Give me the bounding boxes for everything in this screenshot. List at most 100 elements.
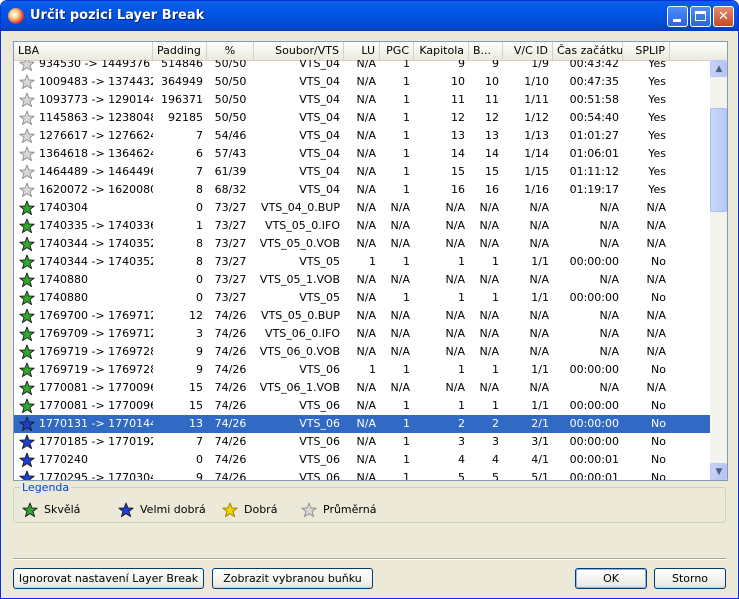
cell-padding: 9 bbox=[196, 471, 203, 480]
cell-pgc: N/A bbox=[390, 345, 410, 358]
cell-lu: N/A bbox=[356, 165, 376, 178]
table-row[interactable]: 1769700 -> 1769712 12 74/26 VTS_05_0.BUP N/A… bbox=[14, 307, 710, 325]
column-header-splip[interactable]: SPLIP bbox=[623, 42, 670, 60]
table-row[interactable]: 1276617 -> 1276624 7 54/46 VTS_04 N/A 1 13 13 1/… bbox=[14, 127, 710, 145]
cell-splip: No bbox=[651, 255, 666, 268]
table-row[interactable]: 1620072 -> 1620080 8 68/32 VTS_04 N/A 1 16 16 1/… bbox=[14, 181, 710, 199]
cell-vc-id: N/A bbox=[529, 309, 549, 322]
maximize-button[interactable] bbox=[690, 6, 711, 27]
cancel-button[interactable]: Storno bbox=[654, 568, 726, 589]
cell-percent: 61/39 bbox=[214, 165, 247, 178]
cell-vc-id: N/A bbox=[529, 345, 549, 358]
minimize-button[interactable] bbox=[667, 6, 688, 27]
vertical-scrollbar[interactable]: ▲ ▼ bbox=[710, 60, 727, 480]
table-row[interactable]: 1770131 -> 1770144 13 74/26 VTS_06 N/A 1 2 2 2/1… bbox=[14, 415, 710, 433]
table-row[interactable]: 1740344 -> 1740352 8 73/27 VTS_05 1 1 1 1 1/1 00:… bbox=[14, 253, 710, 271]
table-row[interactable]: 1145863 -> 1238048 92185 50/50 VTS_04 N/A 1 12… bbox=[14, 109, 710, 127]
cell-vc-id: 1/14 bbox=[524, 147, 549, 160]
column-header-pgc[interactable]: PGC bbox=[380, 42, 414, 60]
cell-b: 2 bbox=[492, 417, 499, 430]
table-row[interactable]: 1364618 -> 1364624 6 57/43 VTS_04 N/A 1 14 14 1/… bbox=[14, 145, 710, 163]
cell-start-time: N/A bbox=[599, 309, 619, 322]
cell-pgc: 1 bbox=[403, 183, 410, 196]
table-row[interactable]: 1009483 -> 1374432 364949 50/50 VTS_04 N/A 1 1… bbox=[14, 73, 710, 91]
table-row[interactable]: 1740335 -> 1740336 1 73/27 VTS_05_0.IFO N/A N… bbox=[14, 217, 710, 235]
table-row[interactable]: 1770240 0 74/26 VTS_06 N/A 1 4 4 4/1 00:00:01 No bbox=[14, 451, 710, 469]
table-row[interactable]: 1093773 -> 1290144 196371 50/50 VTS_04 N/A 1 1… bbox=[14, 91, 710, 109]
cell-vc-id: 1/16 bbox=[524, 183, 549, 196]
cell-pgc: N/A bbox=[390, 309, 410, 322]
cell-b: N/A bbox=[479, 381, 499, 394]
cell-start-time: 01:01:27 bbox=[569, 129, 619, 142]
cell-splip: No bbox=[651, 399, 666, 412]
table-row[interactable]: 1770081 -> 1770096 15 74/26 VTS_06 N/A 1 1 1 1/1… bbox=[14, 397, 710, 415]
cell-file: VTS_06 bbox=[299, 435, 340, 448]
column-header-padding[interactable]: Padding bbox=[153, 42, 207, 60]
ignore-layer-break-button[interactable]: Ignorovat nastavení Layer Break bbox=[13, 568, 204, 589]
column-header-vc-id[interactable]: V/C ID bbox=[503, 42, 553, 60]
cell-lu: N/A bbox=[356, 381, 376, 394]
cell-lba: 1769700 -> 1769712 bbox=[39, 309, 153, 322]
ok-button[interactable]: OK bbox=[575, 568, 647, 589]
table-row[interactable]: 1740880 0 73/27 VTS_05 N/A 1 1 1 1/1 00:00:00 No bbox=[14, 289, 710, 307]
column-header-lu[interactable]: LU bbox=[344, 42, 380, 60]
cell-percent: 74/26 bbox=[214, 363, 247, 376]
cell-file: VTS_06_1.VOB bbox=[259, 381, 340, 394]
table-row[interactable]: 1740880 0 73/27 VTS_05_1.VOB N/A N/A N/A N/A N/A… bbox=[14, 271, 710, 289]
table-row[interactable]: 1740304 0 73/27 VTS_04_0.BUP N/A N/A N/A N/A N/A… bbox=[14, 199, 710, 217]
column-header-file[interactable]: Soubor/VTS bbox=[254, 42, 344, 60]
column-header-b[interactable]: B... bbox=[469, 42, 503, 60]
cell-b: 12 bbox=[485, 111, 499, 124]
cell-percent: 74/26 bbox=[214, 417, 247, 430]
star-gray-icon bbox=[19, 110, 35, 126]
column-header-percent[interactable]: % bbox=[207, 42, 254, 60]
scroll-down-button[interactable]: ▼ bbox=[710, 463, 727, 480]
cell-lba: 1770131 -> 1770144 bbox=[39, 417, 153, 430]
separator bbox=[13, 558, 726, 560]
cell-padding: 3 bbox=[196, 327, 203, 340]
cell-vc-id: N/A bbox=[529, 237, 549, 250]
close-button[interactable]: ✕ bbox=[713, 6, 734, 27]
cell-chapter: N/A bbox=[445, 381, 465, 394]
cell-lu: 1 bbox=[369, 255, 376, 268]
cell-file: VTS_04 bbox=[299, 93, 340, 106]
cell-padding: 514846 bbox=[161, 60, 203, 70]
table-row[interactable]: 1770295 -> 1770304 9 74/26 VTS_06 N/A 1 5 5 5/1 0… bbox=[14, 469, 710, 480]
table-row[interactable]: 1769709 -> 1769712 3 74/26 VTS_06_0.IFO N/A N… bbox=[14, 325, 710, 343]
cell-file: VTS_04_0.BUP bbox=[261, 201, 340, 214]
cell-pgc: 1 bbox=[403, 417, 410, 430]
cell-lba: 1740304 bbox=[39, 201, 88, 214]
table-row[interactable]: 1769719 -> 1769728 9 74/26 VTS_06 1 1 1 1 1/1 00:… bbox=[14, 361, 710, 379]
cell-start-time: 00:00:00 bbox=[569, 291, 619, 304]
table-header: LBA Padding % Soubor/VTS LU PGC Kapitola… bbox=[14, 42, 727, 61]
cell-padding: 12 bbox=[189, 309, 203, 322]
table-row[interactable]: 1464489 -> 1464496 7 61/39 VTS_04 N/A 1 15 15 1/… bbox=[14, 163, 710, 181]
window-title: Určit pozici Layer Break bbox=[30, 8, 205, 23]
cell-lba: 1740344 -> 1740352 bbox=[39, 237, 153, 250]
title-bar[interactable]: Určit pozici Layer Break ✕ bbox=[1, 1, 738, 31]
table-row[interactable]: 1769719 -> 1769728 9 74/26 VTS_06_0.VOB N/A N… bbox=[14, 343, 710, 361]
show-selected-cell-button[interactable]: Zobrazit vybranou buňku bbox=[212, 568, 373, 589]
cell-splip: Yes bbox=[648, 147, 666, 160]
cell-padding: 13 bbox=[189, 417, 203, 430]
table-row[interactable]: 934530 -> 1449376 514846 50/50 VTS_04 N/A 1 9 9… bbox=[14, 60, 710, 73]
cell-splip: Yes bbox=[648, 165, 666, 178]
cell-chapter: 11 bbox=[451, 93, 465, 106]
cell-lu: N/A bbox=[356, 345, 376, 358]
scroll-up-button[interactable]: ▲ bbox=[710, 60, 727, 77]
column-header-chapter[interactable]: Kapitola bbox=[414, 42, 469, 60]
table-row[interactable]: 1740344 -> 1740352 8 73/27 VTS_05_0.VOB N/A N… bbox=[14, 235, 710, 253]
cell-lu: N/A bbox=[356, 183, 376, 196]
column-header-start-time[interactable]: Čas začátku bbox=[553, 42, 623, 60]
cell-chapter: 15 bbox=[451, 165, 465, 178]
legend-title: Legenda bbox=[20, 481, 72, 494]
table-row[interactable]: 1770081 -> 1770096 15 74/26 VTS_06_1.VOB N/A… bbox=[14, 379, 710, 397]
table-row[interactable]: 1770185 -> 1770192 7 74/26 VTS_06 N/A 1 3 3 3/1 0… bbox=[14, 433, 710, 451]
column-header-lba[interactable]: LBA bbox=[14, 42, 153, 60]
cell-file: VTS_04 bbox=[299, 165, 340, 178]
cell-lba: 1620072 -> 1620080 bbox=[39, 183, 153, 196]
cell-start-time: N/A bbox=[599, 345, 619, 358]
scroll-thumb[interactable] bbox=[710, 108, 727, 212]
layer-break-table[interactable]: LBA Padding % Soubor/VTS LU PGC Kapitola… bbox=[13, 41, 728, 481]
cell-chapter: N/A bbox=[445, 309, 465, 322]
